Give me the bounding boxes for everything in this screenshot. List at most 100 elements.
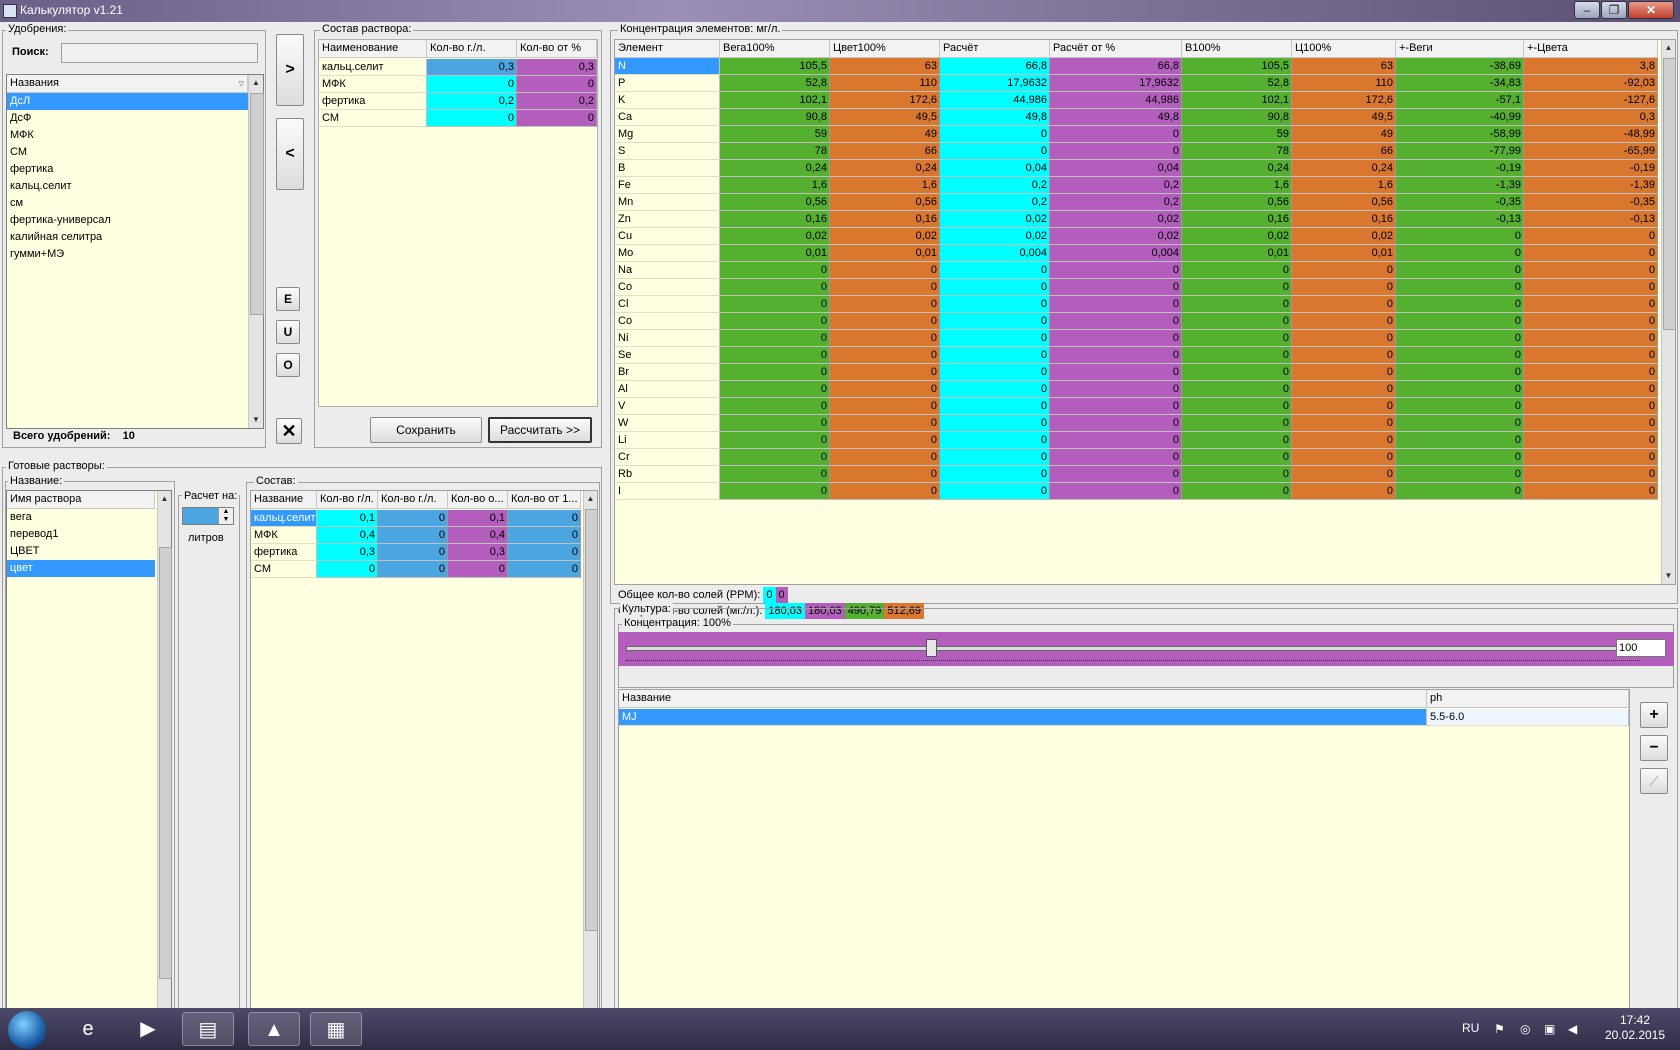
- concentration-value-cell[interactable]: 0: [940, 381, 1050, 398]
- composition-header-name[interactable]: Название: [251, 491, 317, 509]
- concentration-value-cell[interactable]: 0: [1182, 466, 1292, 483]
- concentration-value-cell[interactable]: 0,56: [1182, 194, 1292, 211]
- concentration-value-cell[interactable]: 66,8: [1050, 58, 1182, 75]
- concentration-value-cell[interactable]: 0: [1050, 313, 1182, 330]
- concentration-value-cell[interactable]: 0: [1182, 381, 1292, 398]
- concentration-value-cell[interactable]: 0: [1524, 449, 1658, 466]
- solution-qty-cell[interactable]: 0: [427, 76, 517, 93]
- concentration-value-cell[interactable]: 0: [1182, 347, 1292, 364]
- concentration-value-cell[interactable]: -0,35: [1524, 194, 1658, 211]
- calculate-button[interactable]: Рассчитать >>: [488, 417, 592, 443]
- concentration-value-cell[interactable]: 172,6: [1292, 92, 1396, 109]
- table-row[interactable]: Br 0 0 0 0 0 0 0 0: [615, 364, 1660, 381]
- concentration-value-cell[interactable]: 49,8: [940, 109, 1050, 126]
- concentration-value-cell[interactable]: -0,13: [1524, 211, 1658, 228]
- concentration-value-cell[interactable]: -0,19: [1524, 160, 1658, 177]
- concentration-header-6[interactable]: Ц100%: [1292, 40, 1396, 58]
- concentration-value-cell[interactable]: 59: [1182, 126, 1292, 143]
- app-a-icon[interactable]: ▲: [248, 1012, 300, 1046]
- concentration-value-cell[interactable]: 0: [1396, 432, 1524, 449]
- concentration-value-cell[interactable]: 0: [830, 398, 940, 415]
- element-name-cell[interactable]: Mn: [615, 194, 720, 211]
- concentration-value-cell[interactable]: 0: [720, 449, 830, 466]
- concentration-value-cell[interactable]: 0: [720, 432, 830, 449]
- concentration-value-cell[interactable]: 3,8: [1524, 58, 1658, 75]
- element-name-cell[interactable]: W: [615, 415, 720, 432]
- concentration-value-cell[interactable]: 0: [1524, 347, 1658, 364]
- solution-pct-cell[interactable]: 0: [517, 76, 597, 93]
- composition-name-cell[interactable]: СМ: [251, 561, 317, 578]
- concentration-value-cell[interactable]: 0: [830, 262, 940, 279]
- concentration-value-cell[interactable]: -92,03: [1524, 75, 1658, 92]
- concentration-value-cell[interactable]: 0: [1524, 296, 1658, 313]
- concentration-value-cell[interactable]: 0: [1396, 279, 1524, 296]
- concentration-value-cell[interactable]: 0,01: [720, 245, 830, 262]
- composition-c-cell[interactable]: 0,1: [448, 510, 508, 527]
- search-input[interactable]: [61, 43, 258, 63]
- element-name-cell[interactable]: Cu: [615, 228, 720, 245]
- concentration-value-cell[interactable]: 0,01: [830, 245, 940, 262]
- concentration-value-cell[interactable]: 0: [1050, 483, 1182, 500]
- concentration-value-cell[interactable]: 0: [830, 296, 940, 313]
- concentration-value-cell[interactable]: 102,1: [720, 92, 830, 109]
- concentration-value-cell[interactable]: 49: [1292, 126, 1396, 143]
- filter-icon[interactable]: ▿: [238, 77, 244, 90]
- element-name-cell[interactable]: Mo: [615, 245, 720, 262]
- element-name-cell[interactable]: Co: [615, 313, 720, 330]
- concentration-value-cell[interactable]: 0: [940, 296, 1050, 313]
- solution-pct-cell[interactable]: 0: [517, 110, 597, 127]
- concentration-value-cell[interactable]: 0: [830, 449, 940, 466]
- concentration-value-cell[interactable]: -0,13: [1396, 211, 1524, 228]
- composition-b-cell[interactable]: 0: [378, 544, 448, 561]
- concentration-value-cell[interactable]: 0: [720, 279, 830, 296]
- concentration-value-cell[interactable]: 0: [1396, 296, 1524, 313]
- concentration-value-cell[interactable]: 0: [1182, 313, 1292, 330]
- element-name-cell[interactable]: Co: [615, 279, 720, 296]
- concentration-value-cell[interactable]: 49,8: [1050, 109, 1182, 126]
- concentration-value-cell[interactable]: 0,3: [1524, 109, 1658, 126]
- composition-d-cell[interactable]: 0: [508, 544, 581, 561]
- concentration-value-cell[interactable]: -48,99: [1524, 126, 1658, 143]
- close-window-button[interactable]: ✕: [1628, 1, 1674, 19]
- concentration-value-cell[interactable]: 0: [940, 415, 1050, 432]
- concentration-value-cell[interactable]: 1,6: [720, 177, 830, 194]
- concentration-value-cell[interactable]: 0,24: [830, 160, 940, 177]
- scroll-up-icon[interactable]: ▲: [158, 491, 171, 507]
- table-row[interactable]: СМ 0 0: [319, 110, 597, 127]
- composition-header-d[interactable]: Кол-во от 1...: [508, 491, 581, 509]
- media-player-icon[interactable]: ▶: [122, 1012, 174, 1046]
- element-name-cell[interactable]: Fe: [615, 177, 720, 194]
- ie-icon[interactable]: e: [62, 1012, 114, 1046]
- table-row[interactable]: фертика 0,2 0,2: [319, 93, 597, 110]
- element-name-cell[interactable]: Al: [615, 381, 720, 398]
- list-item[interactable]: кальц.селит: [7, 178, 248, 195]
- concentration-value-cell[interactable]: 0: [1292, 364, 1396, 381]
- concentration-value-cell[interactable]: 0: [1050, 381, 1182, 398]
- table-row[interactable]: I00000000: [615, 483, 1660, 500]
- concentration-value-cell[interactable]: 0: [1524, 313, 1658, 330]
- concentration-value-cell[interactable]: 110: [1292, 75, 1396, 92]
- concentration-value-cell[interactable]: 110: [830, 75, 940, 92]
- composition-a-cell[interactable]: 0,1: [317, 510, 378, 527]
- concentration-value-cell[interactable]: 0: [1050, 398, 1182, 415]
- concentration-value-cell[interactable]: 1,6: [830, 177, 940, 194]
- add-to-solution-button[interactable]: >: [276, 34, 304, 106]
- o-button[interactable]: O: [276, 353, 300, 377]
- list-item[interactable]: гумми+МЭ: [7, 246, 248, 263]
- concentration-value-cell[interactable]: 0: [720, 398, 830, 415]
- scroll-thumb[interactable]: [159, 547, 172, 979]
- element-name-cell[interactable]: S: [615, 143, 720, 160]
- table-row[interactable]: Na 0 0 0 0 0 0 0 0: [615, 262, 1660, 279]
- concentration-value-cell[interactable]: 0: [940, 262, 1050, 279]
- concentration-header-0[interactable]: Элемент: [615, 40, 720, 58]
- concentration-value-cell[interactable]: 0,04: [940, 160, 1050, 177]
- remove-from-solution-button[interactable]: <: [276, 118, 304, 190]
- concentration-value-cell[interactable]: 0,02: [1182, 228, 1292, 245]
- save-button[interactable]: Сохранить: [370, 417, 482, 443]
- composition-a-cell[interactable]: 0,4: [317, 527, 378, 544]
- slider-track[interactable]: [626, 646, 1642, 651]
- concentration-value-cell[interactable]: 0: [720, 330, 830, 347]
- solution-name-cell[interactable]: СМ: [319, 110, 427, 127]
- concentration-value-cell[interactable]: 0: [1182, 279, 1292, 296]
- concentration-value-cell[interactable]: 0: [1292, 330, 1396, 347]
